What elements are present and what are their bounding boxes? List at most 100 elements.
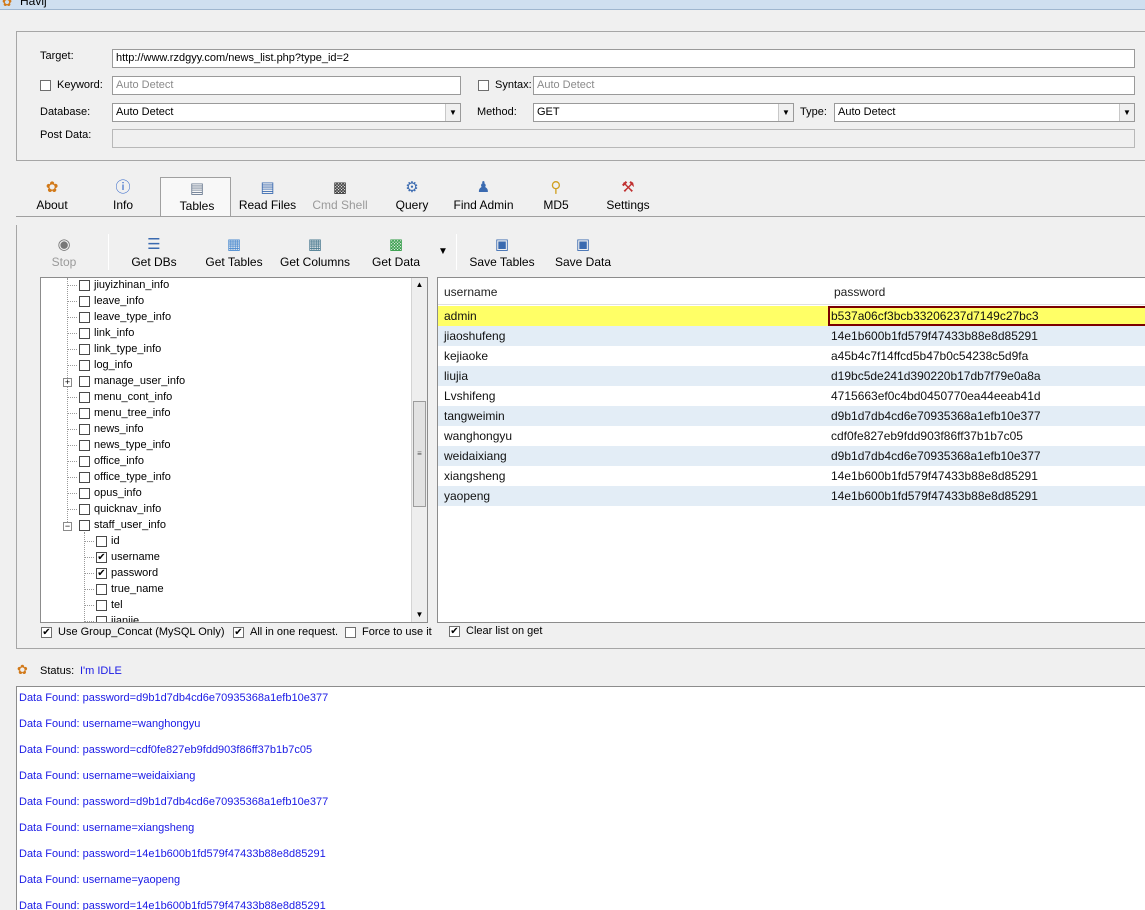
tree-checkbox[interactable] [79, 311, 90, 323]
tree-checkbox[interactable] [96, 615, 107, 622]
table-row[interactable]: wanghongyu cdf0fe827eb9fdd903f86ff37b1b7… [438, 426, 1145, 446]
tab-info[interactable]: ⓘ Info [103, 178, 143, 212]
table-row[interactable]: weidaixiang d9b1d7db4cd6e70935368a1efb10… [438, 446, 1145, 466]
tree-item-column[interactable]: jianjie [84, 614, 139, 622]
tree-checkbox[interactable] [96, 583, 107, 595]
tree-checkbox[interactable] [79, 359, 90, 371]
chevron-down-icon[interactable]: ▼ [445, 104, 460, 121]
save-tables-button[interactable]: ▣ Save Tables [466, 235, 538, 269]
tree-item-table[interactable]: news_info [67, 422, 144, 438]
table-row[interactable]: Lvshifeng 4715663ef0c4bd0450770ea44eeab4… [438, 386, 1145, 406]
tree-checkbox[interactable] [79, 391, 90, 403]
table-row[interactable]: liujia d19bc5de241d390220b17db7f79e0a8a [438, 366, 1145, 386]
tree-checkbox[interactable] [79, 375, 90, 387]
group-concat-checkbox[interactable]: ✔ [41, 627, 52, 638]
force-checkbox[interactable] [345, 627, 356, 638]
table-row[interactable]: xiangsheng 14e1b600b1fd579f47433b88e8d85… [438, 466, 1145, 486]
tree-checkbox[interactable] [79, 455, 90, 467]
tree-scrollbar[interactable]: ▲ ≡ ▼ [411, 278, 427, 622]
clear-list-checkbox[interactable]: ✔ [449, 626, 460, 637]
log-output[interactable]: Data Found: password=d9b1d7db4cd6e709353… [16, 686, 1145, 910]
get-columns-button[interactable]: ▦ Get Columns [276, 235, 354, 269]
tree-item-table[interactable]: link_info [67, 326, 134, 342]
tree-checkbox[interactable] [79, 471, 90, 483]
table-row-selected[interactable]: admin b537a06cf3bcb33206237d7149c27bc3 [438, 306, 1145, 326]
scrollbar-thumb[interactable]: ≡ [413, 401, 426, 507]
tree-item-table[interactable]: link_type_info [67, 342, 161, 358]
scroll-down-icon[interactable]: ▼ [412, 608, 427, 622]
get-data-button[interactable]: ▩ Get Data [368, 235, 424, 269]
tree-checkbox[interactable] [79, 407, 90, 419]
tab-query[interactable]: ⚙ Query [392, 178, 432, 212]
all-in-one-checkbox[interactable]: ✔ [233, 627, 244, 638]
tree-checkbox-checked[interactable]: ✔ [96, 551, 107, 563]
tree-item-table[interactable]: leave_type_info [67, 310, 171, 326]
table-row[interactable]: kejiaoke a45b4c7f14ffcd5b47b0c54238c5d9f… [438, 346, 1145, 366]
tree-item-table[interactable]: office_type_info [67, 470, 171, 486]
tree-item-column[interactable]: tel [84, 598, 123, 614]
tab-cmd-shell[interactable]: ▩ Cmd Shell [309, 178, 371, 212]
tree-item-column[interactable]: true_name [84, 582, 164, 598]
tree-checkbox[interactable] [96, 535, 107, 547]
save-data-button[interactable]: ▣ Save Data [552, 235, 614, 269]
syntax-input[interactable]: Auto Detect [533, 76, 1135, 95]
tree-checkbox[interactable] [79, 279, 90, 291]
tab-tables[interactable]: ▤ Tables [172, 179, 222, 213]
tree-item-table[interactable]: opus_info [67, 486, 142, 502]
stop-button[interactable]: ◉ Stop [47, 235, 81, 269]
tree-checkbox[interactable] [79, 487, 90, 499]
tables-tree[interactable]: jiuyizhinan_info leave_info leave_type_i… [40, 277, 428, 623]
tree-item-table[interactable]: office_info [67, 454, 144, 470]
tree-checkbox[interactable] [79, 343, 90, 355]
table-row[interactable]: tangweimin d9b1d7db4cd6e70935368a1efb10e… [438, 406, 1145, 426]
keyword-input[interactable]: Auto Detect [112, 76, 461, 95]
tab-read-files[interactable]: ▤ Read Files [236, 178, 299, 212]
tab-find-admin[interactable]: ♟ Find Admin [450, 178, 517, 212]
tree-item-table[interactable]: leave_info [67, 294, 144, 310]
tree-item-table[interactable]: menu_cont_info [67, 390, 172, 406]
column-header-username[interactable]: username [444, 285, 497, 299]
type-select[interactable]: Auto Detect ▼ [834, 103, 1135, 122]
database-select[interactable]: Auto Detect ▼ [112, 103, 461, 122]
tree-checkbox[interactable] [79, 295, 90, 307]
tree-item-column[interactable]: ✔ password [84, 566, 158, 582]
clear-list-label: Clear list on get [466, 625, 543, 637]
tree-item-table[interactable]: quicknav_info [67, 502, 161, 518]
tree-checkbox[interactable] [79, 439, 90, 451]
data-grid[interactable]: username password admin b537a06cf3bcb332… [437, 277, 1145, 623]
tree-checkbox-checked[interactable]: ✔ [96, 567, 107, 579]
tree-checkbox[interactable] [96, 599, 107, 611]
column-header-password[interactable]: password [834, 285, 885, 299]
keyword-checkbox[interactable] [40, 80, 51, 91]
tree-item-table[interactable]: manage_user_info [67, 374, 185, 390]
table-row[interactable]: jiaoshufeng 14e1b600b1fd579f47433b88e8d8… [438, 326, 1145, 346]
method-select[interactable]: GET ▼ [533, 103, 794, 122]
tree-item-table[interactable]: news_type_info [67, 438, 170, 454]
tree-item-table[interactable]: jiuyizhinan_info [67, 278, 169, 294]
target-url-input[interactable]: http://www.rzdgyy.com/news_list.php?type… [112, 49, 1135, 68]
tree-checkbox[interactable] [79, 423, 90, 435]
get-dbs-button[interactable]: ☰ Get DBs [127, 235, 181, 269]
tree-checkbox[interactable] [79, 327, 90, 339]
tab-md5[interactable]: ⚲ MD5 [539, 178, 573, 212]
method-select-value: GET [537, 106, 560, 118]
log-line: Data Found: password=14e1b600b1fd579f474… [19, 848, 326, 860]
chevron-down-icon[interactable]: ▼ [778, 104, 793, 121]
syntax-checkbox[interactable] [478, 80, 489, 91]
tree-item-column[interactable]: id [84, 534, 120, 550]
get-data-dropdown-icon[interactable]: ▼ [438, 246, 448, 257]
tab-about[interactable]: ✿ About [30, 178, 74, 212]
tree-item-table[interactable]: log_info [67, 358, 133, 374]
post-data-input[interactable] [112, 129, 1135, 148]
tree-item-table[interactable]: staff_user_info [67, 518, 166, 534]
tree-checkbox[interactable] [79, 503, 90, 515]
tree-item-column[interactable]: ✔ username [84, 550, 160, 566]
tab-settings[interactable]: ⚒ Settings [602, 178, 654, 212]
table-row[interactable]: yaopeng 14e1b600b1fd579f47433b88e8d85291 [438, 486, 1145, 506]
database-label: Database: [40, 106, 91, 118]
chevron-down-icon[interactable]: ▼ [1119, 104, 1134, 121]
tree-checkbox[interactable] [79, 519, 90, 531]
get-tables-button[interactable]: ▦ Get Tables [200, 235, 268, 269]
tree-item-table[interactable]: menu_tree_info [67, 406, 170, 422]
scroll-up-icon[interactable]: ▲ [412, 278, 427, 292]
